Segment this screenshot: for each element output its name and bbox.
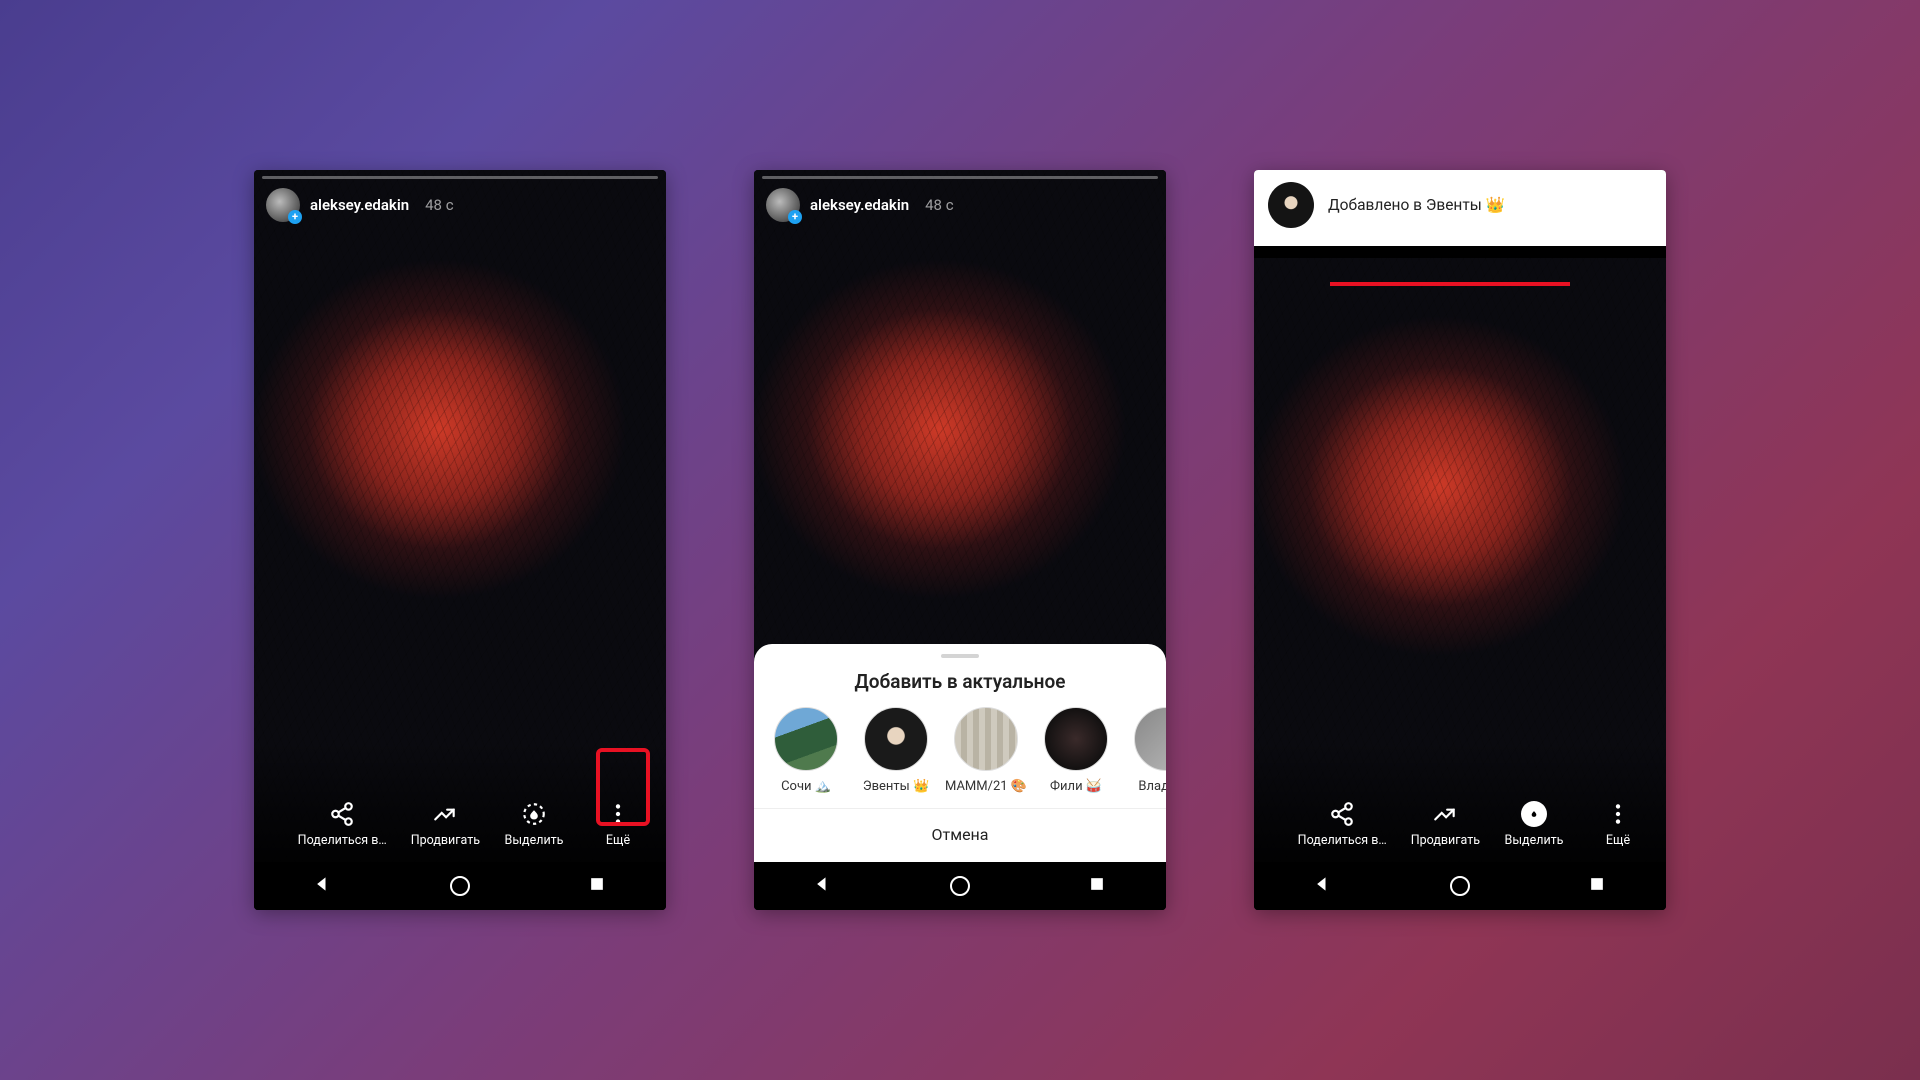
highlight-cover bbox=[774, 707, 838, 771]
share-button[interactable]: Поделиться в… bbox=[298, 801, 387, 848]
username-label[interactable]: aleksey.edakin bbox=[810, 196, 909, 214]
highlight-active-icon bbox=[1521, 801, 1547, 827]
story-header: + aleksey.edakin 48 с bbox=[266, 188, 654, 222]
nav-back-icon[interactable] bbox=[313, 874, 333, 898]
more-label: Ещё bbox=[1606, 833, 1630, 848]
highlight-button[interactable]: Выделить bbox=[504, 801, 564, 848]
highlight-cover bbox=[864, 707, 928, 771]
promote-label: Продвигать bbox=[411, 833, 480, 848]
avatar[interactable]: + bbox=[266, 188, 300, 222]
sheet-title: Добавить в актуальное bbox=[754, 670, 1166, 693]
more-label: Ещё bbox=[606, 833, 630, 848]
highlight-button-active[interactable]: Выделить bbox=[1504, 801, 1564, 848]
trend-icon bbox=[432, 801, 458, 827]
story-progress bbox=[762, 176, 1158, 179]
nav-recent-icon[interactable] bbox=[587, 874, 607, 898]
phone-highlight-sheet: + aleksey.edakin 48 с Добавить в актуаль… bbox=[754, 170, 1166, 910]
story-header: + aleksey.edakin 48 с bbox=[766, 188, 1154, 222]
add-story-badge: + bbox=[788, 210, 802, 224]
more-icon bbox=[1605, 801, 1631, 827]
promote-label: Продвигать bbox=[1411, 833, 1480, 848]
time-label: 48 с bbox=[425, 196, 453, 214]
annotation-underline bbox=[1330, 282, 1570, 286]
highlight-label: Сочи 🏔️ bbox=[781, 779, 831, 794]
story-progress bbox=[262, 176, 658, 179]
nav-home-icon[interactable] bbox=[450, 876, 470, 896]
time-label: 48 с bbox=[925, 196, 953, 214]
toast-text: Добавлено в Эвенты 👑 bbox=[1328, 196, 1505, 214]
share-label: Поделиться в… bbox=[1298, 833, 1387, 848]
story-actions: Поделиться в… Продвигать Выделить Ещё bbox=[254, 791, 666, 862]
share-label: Поделиться в… bbox=[298, 833, 387, 848]
username-label[interactable]: aleksey.edakin bbox=[310, 196, 409, 214]
story-actions: Поделиться в… Продвигать Выделить Ещё bbox=[1254, 791, 1666, 862]
highlight-label: Выделить bbox=[1505, 833, 1564, 848]
phone-story-own: + aleksey.edakin 48 с Поделиться в… Прод… bbox=[254, 170, 666, 910]
trend-icon bbox=[1432, 801, 1458, 827]
nav-recent-icon[interactable] bbox=[1087, 874, 1107, 898]
android-nav bbox=[1254, 862, 1666, 910]
sheet-grabber[interactable] bbox=[941, 654, 979, 658]
highlight-icon bbox=[521, 801, 547, 827]
nav-recent-icon[interactable] bbox=[1587, 874, 1607, 898]
highlight-item-events[interactable]: Эвенты 👑 bbox=[860, 707, 932, 794]
phone-toast-confirm: Добавлено в Эвенты 👑 Поделиться в… Продв… bbox=[1254, 170, 1666, 910]
android-nav bbox=[254, 862, 666, 910]
promote-button[interactable]: Продвигать bbox=[411, 801, 480, 848]
add-to-highlight-sheet: Добавить в актуальное Сочи 🏔️ Эвенты 👑 М… bbox=[754, 644, 1166, 862]
more-button[interactable]: Ещё bbox=[1588, 801, 1648, 848]
more-icon bbox=[605, 801, 631, 827]
highlight-item-vladimi[interactable]: Владими bbox=[1130, 707, 1166, 794]
highlight-item-fili[interactable]: Фили 🥁 bbox=[1040, 707, 1112, 794]
nav-back-icon[interactable] bbox=[1313, 874, 1333, 898]
nav-home-icon[interactable] bbox=[1450, 876, 1470, 896]
highlight-label: МАММ/21 🎨 bbox=[945, 779, 1027, 794]
highlight-item-sochi[interactable]: Сочи 🏔️ bbox=[770, 707, 842, 794]
added-toast[interactable]: Добавлено в Эвенты 👑 bbox=[1254, 170, 1666, 246]
toast-avatar bbox=[1268, 182, 1314, 228]
highlight-label: Фили 🥁 bbox=[1050, 779, 1102, 794]
share-icon bbox=[329, 801, 355, 827]
highlight-item-mamm21[interactable]: МАММ/21 🎨 bbox=[950, 707, 1022, 794]
highlight-label: Владими bbox=[1138, 779, 1166, 794]
add-story-badge: + bbox=[288, 210, 302, 224]
highlight-cover bbox=[1134, 707, 1166, 771]
highlight-label: Эвенты 👑 bbox=[863, 779, 929, 794]
highlights-row[interactable]: Сочи 🏔️ Эвенты 👑 МАММ/21 🎨 Фили 🥁 Владим… bbox=[754, 707, 1166, 809]
share-icon bbox=[1329, 801, 1355, 827]
android-nav bbox=[754, 862, 1166, 910]
highlight-label: Выделить bbox=[505, 833, 564, 848]
share-button[interactable]: Поделиться в… bbox=[1298, 801, 1387, 848]
highlight-cover bbox=[1044, 707, 1108, 771]
nav-back-icon[interactable] bbox=[813, 874, 833, 898]
cancel-button[interactable]: Отмена bbox=[754, 809, 1166, 862]
promote-button[interactable]: Продвигать bbox=[1411, 801, 1480, 848]
nav-home-icon[interactable] bbox=[950, 876, 970, 896]
highlight-cover bbox=[954, 707, 1018, 771]
more-button[interactable]: Ещё bbox=[588, 801, 648, 848]
avatar[interactable]: + bbox=[766, 188, 800, 222]
